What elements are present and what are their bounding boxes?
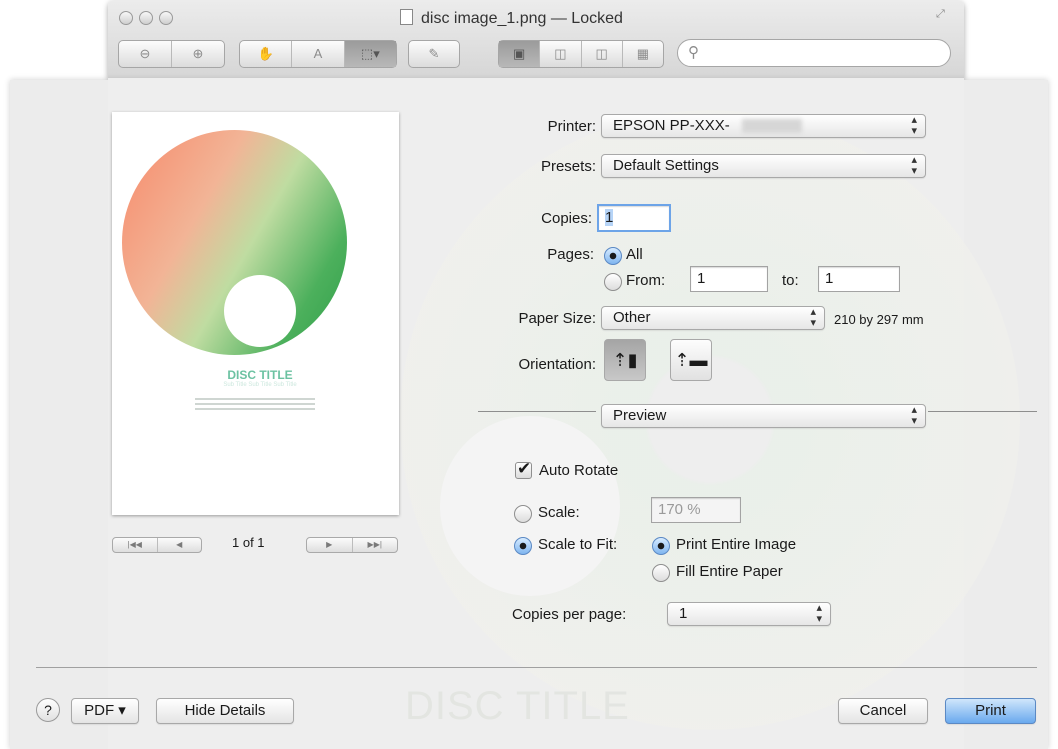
pages-from-input[interactable]: 1 [690, 266, 768, 292]
hide-details-button[interactable]: Hide Details [156, 698, 294, 724]
background-disc-title: DISC TITLE [405, 684, 630, 728]
pages-all-label: All [626, 246, 643, 263]
copies-per-page-select[interactable]: 1 ▴ ▾ [667, 602, 831, 626]
portrait-icon: ⇡▮ [612, 350, 638, 370]
landscape-orientation-button[interactable]: ⇡▬ [670, 339, 712, 381]
paper-size-label: Paper Size: [518, 310, 596, 327]
zoom-controls: ⊖ ⊕ [118, 40, 225, 68]
page-nav-forward: ▶ ▶▶| [306, 537, 398, 553]
portrait-orientation-button[interactable]: ⇡▮ [604, 339, 646, 381]
document-icon [400, 9, 413, 25]
chevron-updown-icon: ▴ ▾ [816, 602, 822, 625]
zoom-out-icon[interactable]: ⊖ [119, 41, 172, 67]
tool-controls: ✋ A ⬚▾ [239, 40, 397, 68]
fill-entire-paper-radio[interactable] [652, 564, 670, 582]
pages-from-label: From: [626, 272, 666, 289]
pdf-menu-button[interactable]: PDF ▾ [71, 698, 139, 724]
copies-per-page-label: Copies per page: [512, 606, 627, 623]
selection-tool-icon[interactable]: ⬚▾ [344, 41, 396, 67]
auto-rotate-checkbox[interactable] [515, 459, 532, 479]
chevron-updown-icon: ▴ ▾ [911, 154, 917, 177]
fullscreen-icon[interactable]: ⤢ [936, 8, 945, 21]
auto-rotate-label: Auto Rotate [539, 462, 619, 479]
cancel-button[interactable]: Cancel [838, 698, 928, 724]
next-page-icon[interactable]: ▶ [307, 538, 353, 552]
scale-label: Scale: [538, 504, 580, 521]
orientation-label: Orientation: [518, 356, 596, 373]
redacted-printer-id [742, 119, 802, 133]
presets-select[interactable]: Default Settings ▴ ▾ [601, 154, 926, 178]
background-disc-hole [440, 416, 620, 596]
paper-size-dimensions: 210 by 297 mm [834, 312, 924, 327]
scale-radio[interactable] [514, 505, 532, 523]
annotate-controls: ✎ [408, 40, 460, 68]
disc-body-text [195, 398, 315, 400]
close-window-button[interactable] [119, 11, 133, 25]
window-title: disc image_1.png — Locked [400, 9, 700, 28]
pages-all-radio[interactable] [604, 247, 622, 265]
page-indicator: 1 of 1 [232, 535, 265, 550]
single-view-icon[interactable]: ▣ [499, 41, 541, 67]
disc-center-hole [224, 275, 296, 347]
hand-tool-icon[interactable]: ✋ [240, 41, 293, 67]
copies-input[interactable]: 1 [597, 204, 671, 232]
contact-sheet-icon[interactable]: ▦ [623, 41, 663, 67]
scale-to-fit-radio[interactable] [514, 537, 532, 555]
presets-label: Presets: [540, 158, 596, 175]
printer-label: Printer: [547, 118, 596, 135]
zoom-window-button[interactable] [159, 11, 173, 25]
print-entire-image-label: Print Entire Image [676, 536, 797, 553]
print-entire-image-radio[interactable] [652, 537, 670, 555]
scale-to-fit-label: Scale to Fit: [538, 536, 618, 553]
print-button[interactable]: Print [945, 698, 1036, 724]
pages-to-input[interactable]: 1 [818, 266, 900, 292]
paper-size-select[interactable]: Other ▴ ▾ [601, 306, 825, 330]
disc-subtitle-text: Sub Title Sub Title Sub Title [223, 382, 297, 388]
disc-body-text [195, 403, 315, 405]
help-button[interactable]: ? [36, 698, 60, 722]
zoom-in-icon[interactable]: ⊕ [172, 41, 224, 67]
disc-title-text: DISC TITLE [227, 368, 293, 382]
text-tool-icon[interactable]: A [292, 41, 345, 67]
copies-label: Copies: [541, 210, 592, 227]
pages-to-label: to: [782, 272, 799, 289]
search-input[interactable]: ⚲ [677, 39, 951, 67]
search-icon: ⚲ [688, 44, 699, 61]
first-page-icon[interactable]: |◀◀ [113, 538, 158, 552]
pencil-icon[interactable]: ✎ [409, 41, 459, 67]
previous-page-icon[interactable]: ◀ [158, 538, 202, 552]
section-divider-right [928, 411, 1037, 412]
print-section-select[interactable]: Preview ▴ ▾ [601, 404, 926, 428]
chevron-updown-icon: ▴ ▾ [911, 114, 917, 137]
view-mode-controls: ▣ ◫ ◫ ▦ [498, 40, 664, 68]
section-divider-left [478, 411, 596, 412]
scale-input[interactable]: 170 % [651, 497, 741, 523]
printer-select[interactable]: EPSON PP-XXX- ▴ ▾ [601, 114, 926, 138]
landscape-icon: ⇡▬ [674, 350, 708, 370]
footer-divider [36, 667, 1037, 668]
page-nav-back: |◀◀ ◀ [112, 537, 202, 553]
fill-entire-paper-label: Fill Entire Paper [676, 563, 783, 580]
chevron-updown-icon: ▴ ▾ [810, 306, 816, 329]
last-page-icon[interactable]: ▶▶| [353, 538, 398, 552]
pages-from-radio[interactable] [604, 273, 622, 291]
pages-label: Pages: [547, 246, 594, 263]
chevron-updown-icon: ▴ ▾ [911, 404, 917, 427]
two-page-icon[interactable]: ◫ [540, 41, 582, 67]
side-by-side-icon[interactable]: ◫ [582, 41, 623, 67]
disc-body-text [195, 408, 315, 410]
minimize-window-button[interactable] [139, 11, 153, 25]
